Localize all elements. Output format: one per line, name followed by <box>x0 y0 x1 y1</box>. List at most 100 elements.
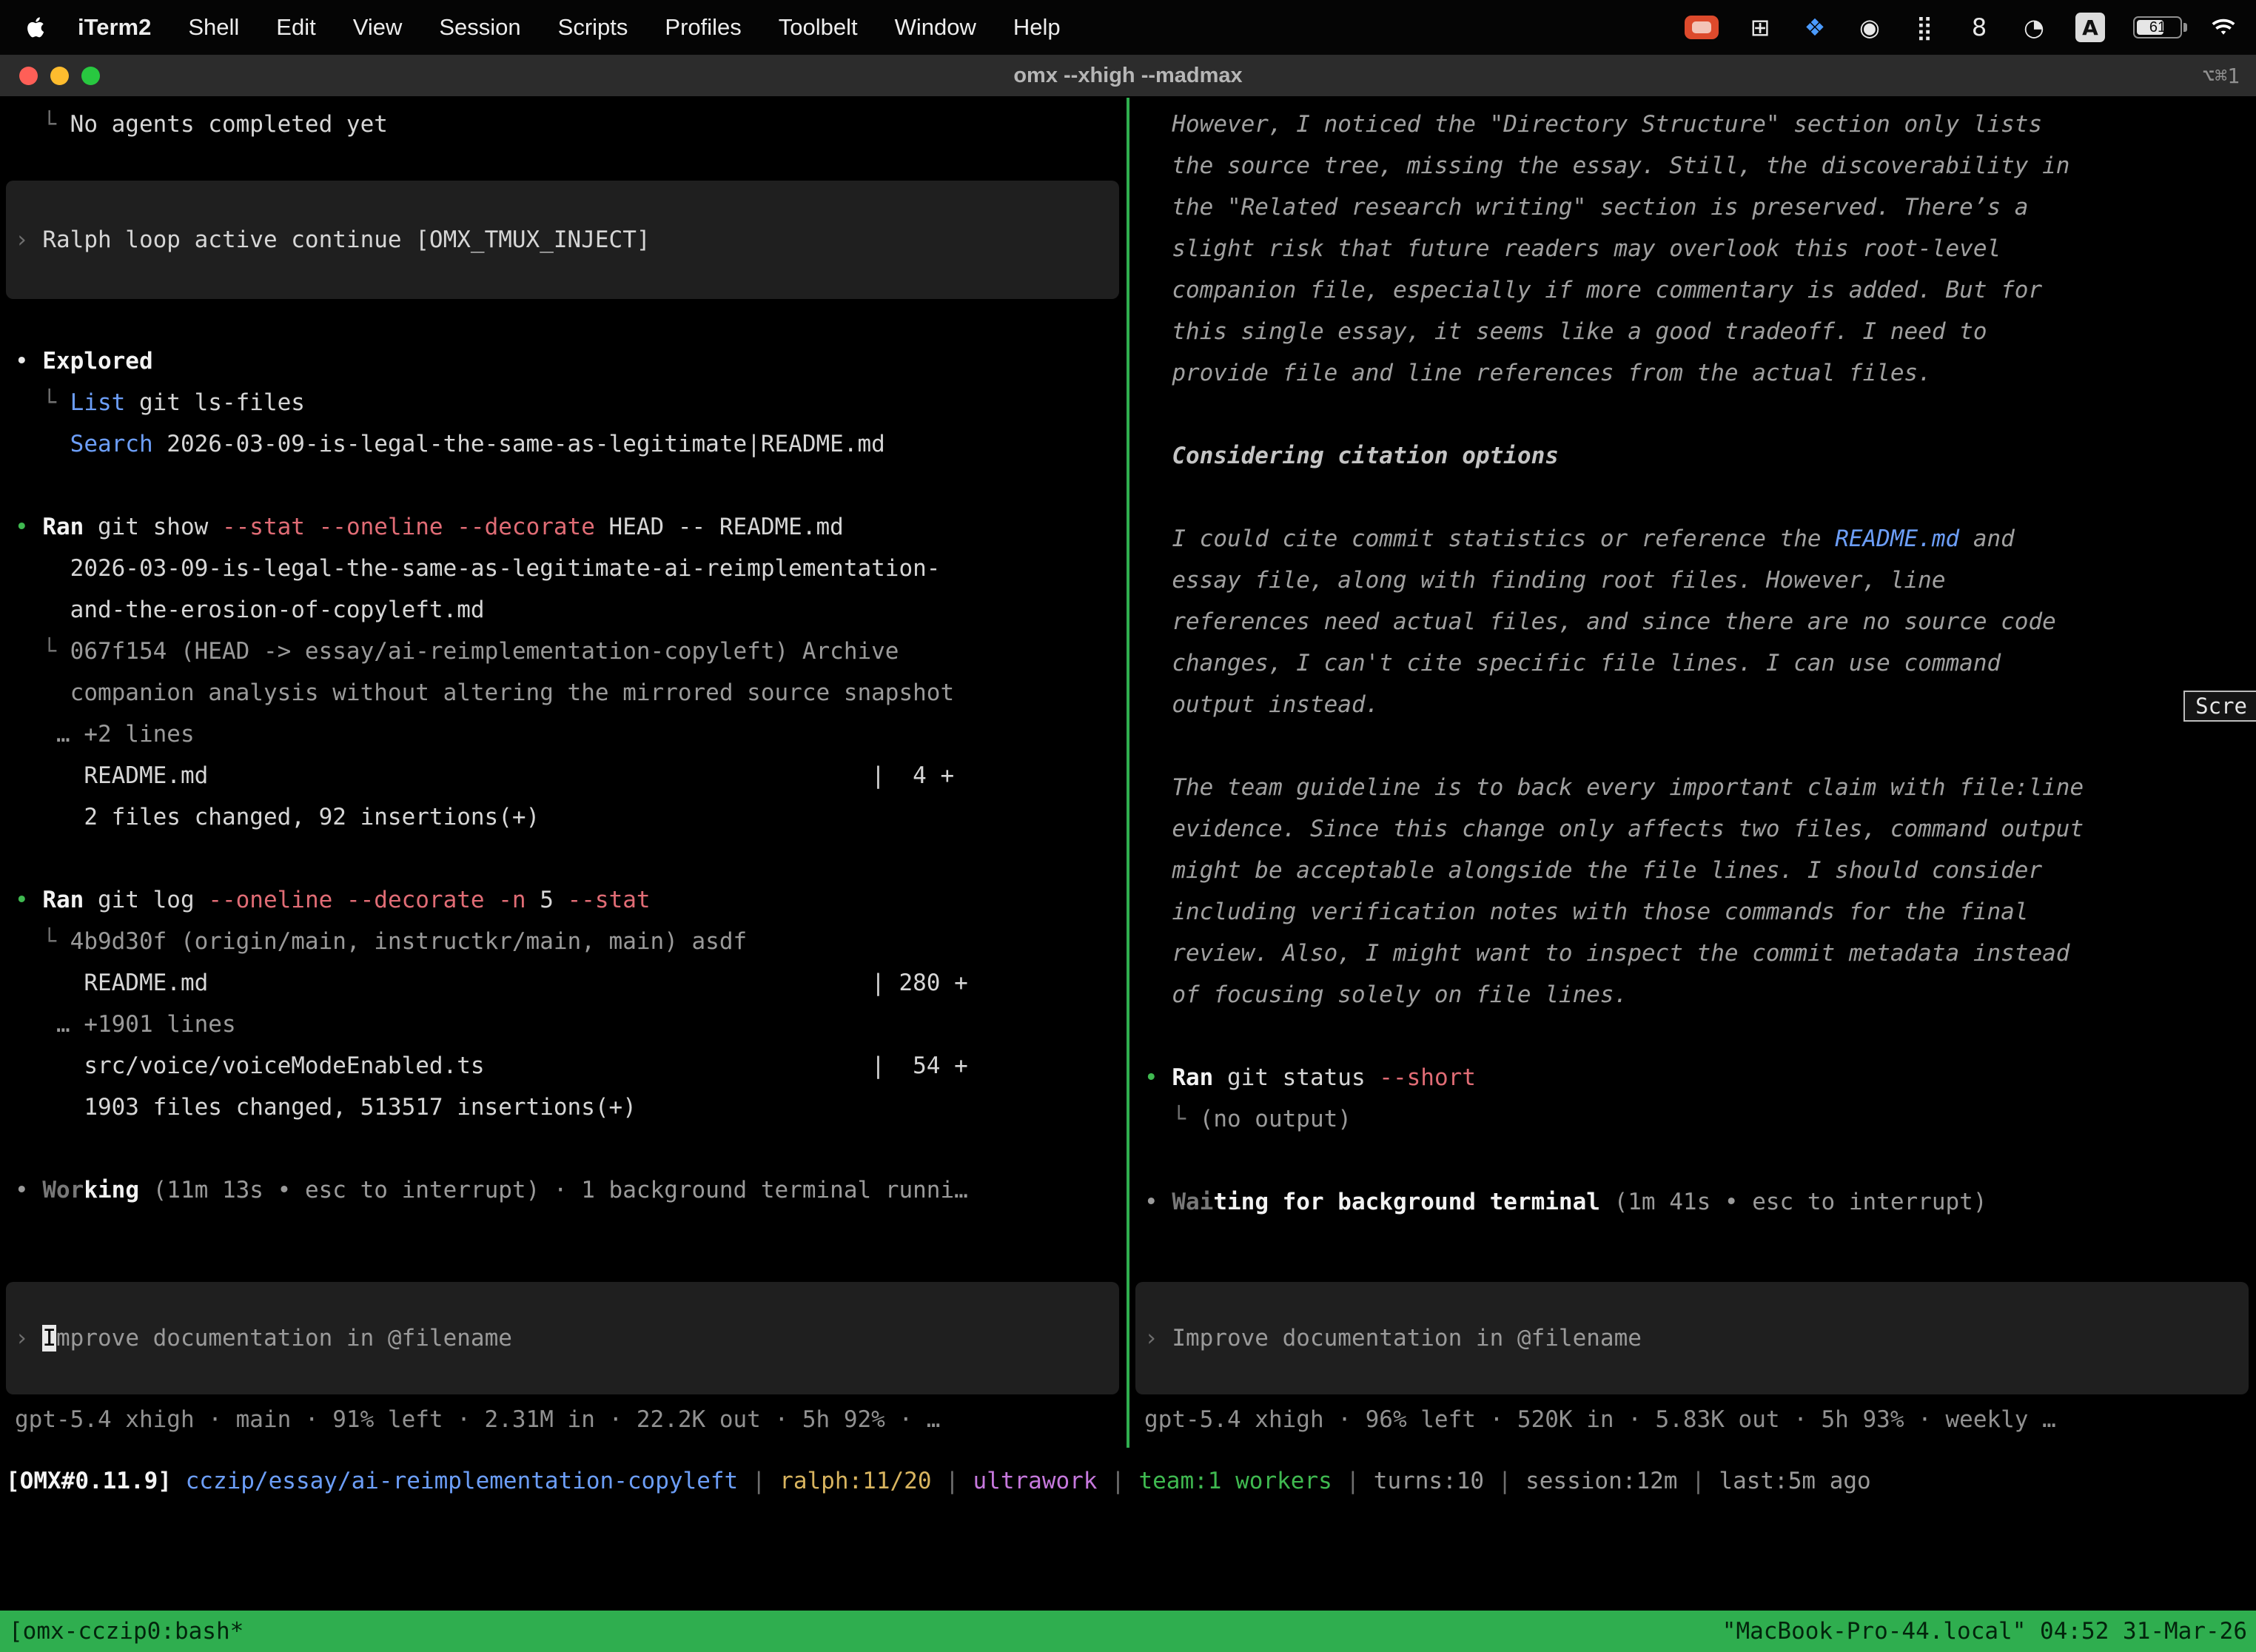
text-segment: Explored <box>42 348 152 375</box>
menu-item-toolbelt[interactable]: Toolbelt <box>760 14 876 41</box>
terminal-line: companion file, especially if more comme… <box>1144 269 2256 311</box>
text-segment: | <box>1484 1468 1525 1494</box>
terminal-line: Considering citation options <box>1144 435 2256 477</box>
text-segment: git ls-files <box>125 389 305 416</box>
terminal-line: … +1901 lines <box>15 1004 1127 1045</box>
terminal-line: output instead. <box>1144 684 2256 725</box>
text-segment: 2026-03-09-is-legal-the-same-as-legitima… <box>153 431 885 457</box>
text-segment: 1903 files changed, 513517 insertions(+) <box>15 1094 637 1121</box>
terminal-line <box>1144 477 2256 518</box>
text-segment: I <box>42 1325 56 1352</box>
text-segment: git status <box>1213 1064 1379 1091</box>
text-segment: evidence. Since this change only affects… <box>1144 816 2084 842</box>
terminal-line <box>1144 1140 2256 1181</box>
text-segment: | <box>1097 1468 1138 1494</box>
status-icons: ⊞ ❖ ◉ ⣿ 8 ◔ A 61 <box>1685 11 2182 44</box>
terminal-line: └ List git ls-files <box>15 382 1127 423</box>
menu-item-profiles[interactable]: Profiles <box>646 14 759 41</box>
terminal-line: › Improve documentation in @filename <box>1144 1317 2249 1359</box>
terminal-line: └ 067f154 (HEAD -> essay/ai-reimplementa… <box>15 631 1127 672</box>
terminal-line: • Ran git log --oneline --decorate -n 5 … <box>15 879 1127 921</box>
text-segment: (1m 41s • esc to interrupt) <box>1600 1189 1987 1215</box>
text-segment: 4b9d30f (origin/main, instructkr/main, m… <box>70 928 748 955</box>
menu-item-shell[interactable]: Shell <box>169 14 258 41</box>
omx-status-line: [OMX#0.11.9] cczip/essay/ai-reimplementa… <box>0 1448 2256 1514</box>
text-segment: • <box>1144 1064 1172 1091</box>
terminal-line <box>15 1128 1127 1169</box>
tmux-status-bar: [omx-cczip0:bash* "MacBook-Pro-44.local"… <box>0 1611 2256 1652</box>
terminal-line: └ (no output) <box>1144 1098 2256 1140</box>
terminal-line: › Ralph loop active continue [OMX_TMUX_I… <box>15 219 1119 261</box>
terminal-line: • Working (11m 13s • esc to interrupt) ·… <box>15 1169 1127 1211</box>
left-prompt-input[interactable]: › Improve documentation in @filename <box>6 1282 1119 1394</box>
dark-circle-icon[interactable]: ◉ <box>1856 11 1883 44</box>
menu-item-window[interactable]: Window <box>876 14 995 41</box>
menu-item-help[interactable]: Help <box>995 14 1079 41</box>
zoom-button[interactable] <box>81 67 100 85</box>
minimize-button[interactable] <box>50 67 69 85</box>
text-segment: HEAD -- README.md <box>595 514 844 540</box>
text-segment: team:1 workers <box>1138 1468 1332 1494</box>
text-segment: references need actual files, and since … <box>1144 608 2056 635</box>
text-segment: the source tree, missing the essay. Stil… <box>1144 152 2069 179</box>
text-segment: README.md | 4 + <box>15 762 954 789</box>
window-titlebar: omx --xhigh --madmax ⌥⌘1 <box>0 55 2256 98</box>
menu-item-view[interactable]: View <box>335 14 421 41</box>
battery-icon[interactable]: 61 <box>2133 16 2182 38</box>
terminal-line: • Waiting for background terminal (1m 41… <box>1144 1181 2256 1223</box>
text-segment: | <box>1332 1468 1374 1494</box>
terminal-line: 1903 files changed, 513517 insertions(+) <box>15 1087 1127 1128</box>
text-segment: 067f154 (HEAD -> essay/ai-reimplementati… <box>70 638 899 665</box>
text-segment: I could cite commit statistics or refere… <box>1144 526 1835 552</box>
window-shortcut-badge: ⌥⌘1 <box>2202 64 2240 88</box>
right-prompt-input[interactable]: › Improve documentation in @filename <box>1135 1282 2249 1394</box>
text-segment: | <box>932 1468 973 1494</box>
gauge-icon[interactable]: ◔ <box>2021 11 2047 44</box>
right-pane-body: However, I noticed the "Directory Struct… <box>1144 104 2256 1223</box>
text-segment: companion analysis without altering the … <box>15 679 954 706</box>
right-terminal-pane[interactable]: However, I noticed the "Directory Struct… <box>1129 98 2256 1448</box>
text-segment: (no output) <box>1200 1106 1352 1132</box>
terminal-line <box>15 838 1127 879</box>
apple-menu-icon[interactable] <box>19 15 53 40</box>
close-button[interactable] <box>19 67 38 85</box>
text-segment: › <box>15 226 42 253</box>
text-segment: • <box>15 514 42 540</box>
terminal-panes: └ No agents completed yet › Ralph loop a… <box>0 98 2256 1448</box>
tmux-session-label: [omx-cczip0:bash* <box>9 1618 244 1645</box>
wifi-icon[interactable] <box>2210 11 2237 44</box>
window-controls <box>19 55 100 96</box>
text-segment: • <box>15 887 42 913</box>
menu-item-edit[interactable]: Edit <box>258 14 334 41</box>
blue-app-icon[interactable]: ❖ <box>1802 11 1828 44</box>
terminal-line: changes, I can't cite specific file line… <box>1144 642 2256 684</box>
text-segment: Search <box>70 431 153 457</box>
text-segment: cczip/essay/ai-reimplementation-copyleft <box>186 1468 739 1494</box>
text-segment: However, I noticed the "Directory Struct… <box>1144 111 2042 138</box>
left-terminal-pane[interactable]: └ No agents completed yet › Ralph loop a… <box>0 98 1127 1448</box>
text-segment: ultrawork <box>973 1468 1098 1494</box>
screen-recording-icon[interactable] <box>1685 16 1719 39</box>
menu-item-iterm2[interactable]: iTerm2 <box>59 14 169 41</box>
terminal-line: • Explored <box>15 340 1127 382</box>
grid-icon[interactable]: ⊞ <box>1747 11 1773 44</box>
input-source-icon[interactable]: A <box>2075 13 2105 42</box>
terminal-line: Search 2026-03-09-is-legal-the-same-as-l… <box>15 423 1127 465</box>
menu-list: iTerm2ShellEditViewSessionScriptsProfile… <box>59 14 1079 41</box>
text-segment: README.md | 280 + <box>15 970 968 996</box>
dots-grid-icon[interactable]: ⣿ <box>1911 11 1938 44</box>
text-segment: Ran <box>42 887 84 913</box>
text-segment: The team guideline is to back every impo… <box>1144 774 2084 801</box>
left-pane-body: • Explored └ List git ls-files Search 20… <box>15 299 1127 1211</box>
text-segment: and-the-erosion-of-copyleft.md <box>15 597 485 623</box>
menu-item-scripts[interactable]: Scripts <box>540 14 647 41</box>
text-segment: | <box>1677 1468 1719 1494</box>
text-segment: and <box>1959 526 2015 552</box>
text-segment: No agents completed yet <box>70 111 388 138</box>
text-segment: └ <box>15 928 70 955</box>
right-pane-statusline: gpt-5.4 xhigh · 96% left · 520K in · 5.8… <box>1144 1399 2256 1440</box>
text-segment: 2026-03-09-is-legal-the-same-as-legitima… <box>15 555 940 582</box>
figure-icon[interactable]: 8 <box>1966 11 1993 44</box>
menu-item-session[interactable]: Session <box>420 14 539 41</box>
text-segment: └ <box>15 389 70 416</box>
